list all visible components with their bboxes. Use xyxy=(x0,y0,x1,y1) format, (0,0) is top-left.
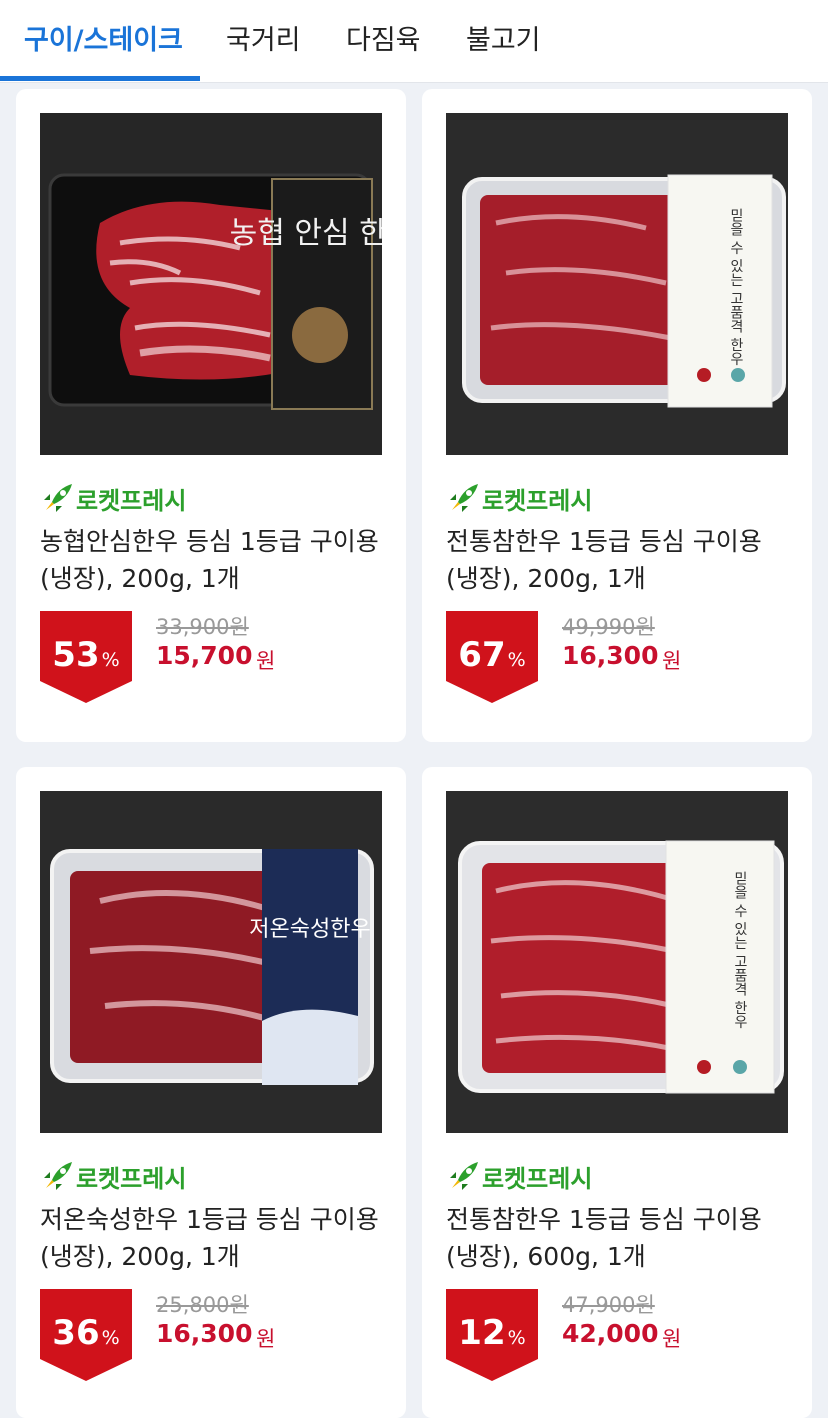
rocket-icon xyxy=(450,1162,478,1190)
original-price: 33,900원 xyxy=(156,615,249,639)
discount-badge: 12% xyxy=(446,1289,538,1381)
discount-badge: 36% xyxy=(40,1289,132,1381)
category-tabs: 구이/스테이크 국거리 다짐육 불고기 xyxy=(0,0,828,83)
tab-soup-meat[interactable]: 국거리 xyxy=(226,0,301,82)
product-card[interactable]: 믿을 수 있는 고품격 한우 로켓프레시 전통참한우 1등급 등심 구이용 (냉… xyxy=(422,767,812,1418)
rocket-fresh-badge: 로켓프레시 xyxy=(76,487,187,515)
product-image[interactable]: 저온숙성한우 xyxy=(40,791,382,1133)
discount-unit: % xyxy=(101,649,120,671)
product-image[interactable]: 농협 안심 한우 xyxy=(40,113,382,455)
discount-badge: 53% xyxy=(40,611,132,703)
rocket-icon xyxy=(450,484,478,512)
original-price: 25,800원 xyxy=(156,1293,249,1317)
product-title[interactable]: 전통참한우 1등급 등심 구이용 (냉장), 600g, 1개 xyxy=(446,1201,796,1275)
discount-rate: 12 xyxy=(458,1313,506,1353)
sale-price: 16,300 xyxy=(156,1319,253,1348)
sale-price: 42,000 xyxy=(562,1319,659,1348)
rocket-icon xyxy=(44,1162,72,1190)
product-title[interactable]: 저온숙성한우 1등급 등심 구이용 (냉장), 200g, 1개 xyxy=(40,1201,390,1275)
discount-unit: % xyxy=(507,649,526,671)
discount-badge: 67% xyxy=(446,611,538,703)
product-card[interactable]: 믿을 수 있는 고품격 한우 로켓프레시 전통참한우 1등급 등심 구이용 (냉… xyxy=(422,89,812,742)
sale-price: 16,300 xyxy=(562,641,659,670)
discount-unit: % xyxy=(507,1327,526,1349)
product-image[interactable]: 믿을 수 있는 고품격 한우 xyxy=(446,791,788,1133)
rocket-fresh-badge: 로켓프레시 xyxy=(482,1165,593,1193)
price-unit: 원 xyxy=(662,1327,682,1351)
product-image[interactable]: 믿을 수 있는 고품격 한우 xyxy=(446,113,788,455)
product-title[interactable]: 전통참한우 1등급 등심 구이용 (냉장), 200g, 1개 xyxy=(446,523,796,597)
price-unit: 원 xyxy=(256,1327,276,1351)
rocket-icon xyxy=(44,484,72,512)
rocket-fresh-badge: 로켓프레시 xyxy=(76,1165,187,1193)
discount-rate: 36 xyxy=(52,1313,100,1353)
rocket-fresh-badge: 로켓프레시 xyxy=(482,487,593,515)
sale-price: 15,700 xyxy=(156,641,253,670)
package-label-text: 농협 안심 한우 xyxy=(230,216,382,251)
original-price: 49,990원 xyxy=(562,615,655,639)
price-unit: 원 xyxy=(256,649,276,673)
original-price: 47,900원 xyxy=(562,1293,655,1317)
active-tab-indicator xyxy=(0,76,200,81)
product-card[interactable]: 농협 안심 한우 로켓프레시 농협안심한우 등심 1등급 구이용 (냉장), 2… xyxy=(16,89,406,742)
package-label-text: 저온숙성한우 xyxy=(249,917,370,942)
discount-rate: 53 xyxy=(52,635,100,675)
price-unit: 원 xyxy=(662,649,682,673)
discount-rate: 67 xyxy=(458,635,506,675)
tab-minced-meat[interactable]: 다짐육 xyxy=(346,0,421,82)
tab-bulgogi[interactable]: 불고기 xyxy=(466,0,541,82)
product-card[interactable]: 저온숙성한우 로켓프레시 저온숙성한우 1등급 등심 구이용 (냉장), 200… xyxy=(16,767,406,1418)
package-label-text: 믿을 수 있는 고품격 한우 xyxy=(732,871,748,1029)
package-label-text: 믿을 수 있는 고품격 한우 xyxy=(728,208,744,366)
discount-unit: % xyxy=(101,1327,120,1349)
tab-grill-steak[interactable]: 구이/스테이크 xyxy=(24,0,183,82)
product-title[interactable]: 농협안심한우 등심 1등급 구이용 (냉장), 200g, 1개 xyxy=(40,523,390,597)
